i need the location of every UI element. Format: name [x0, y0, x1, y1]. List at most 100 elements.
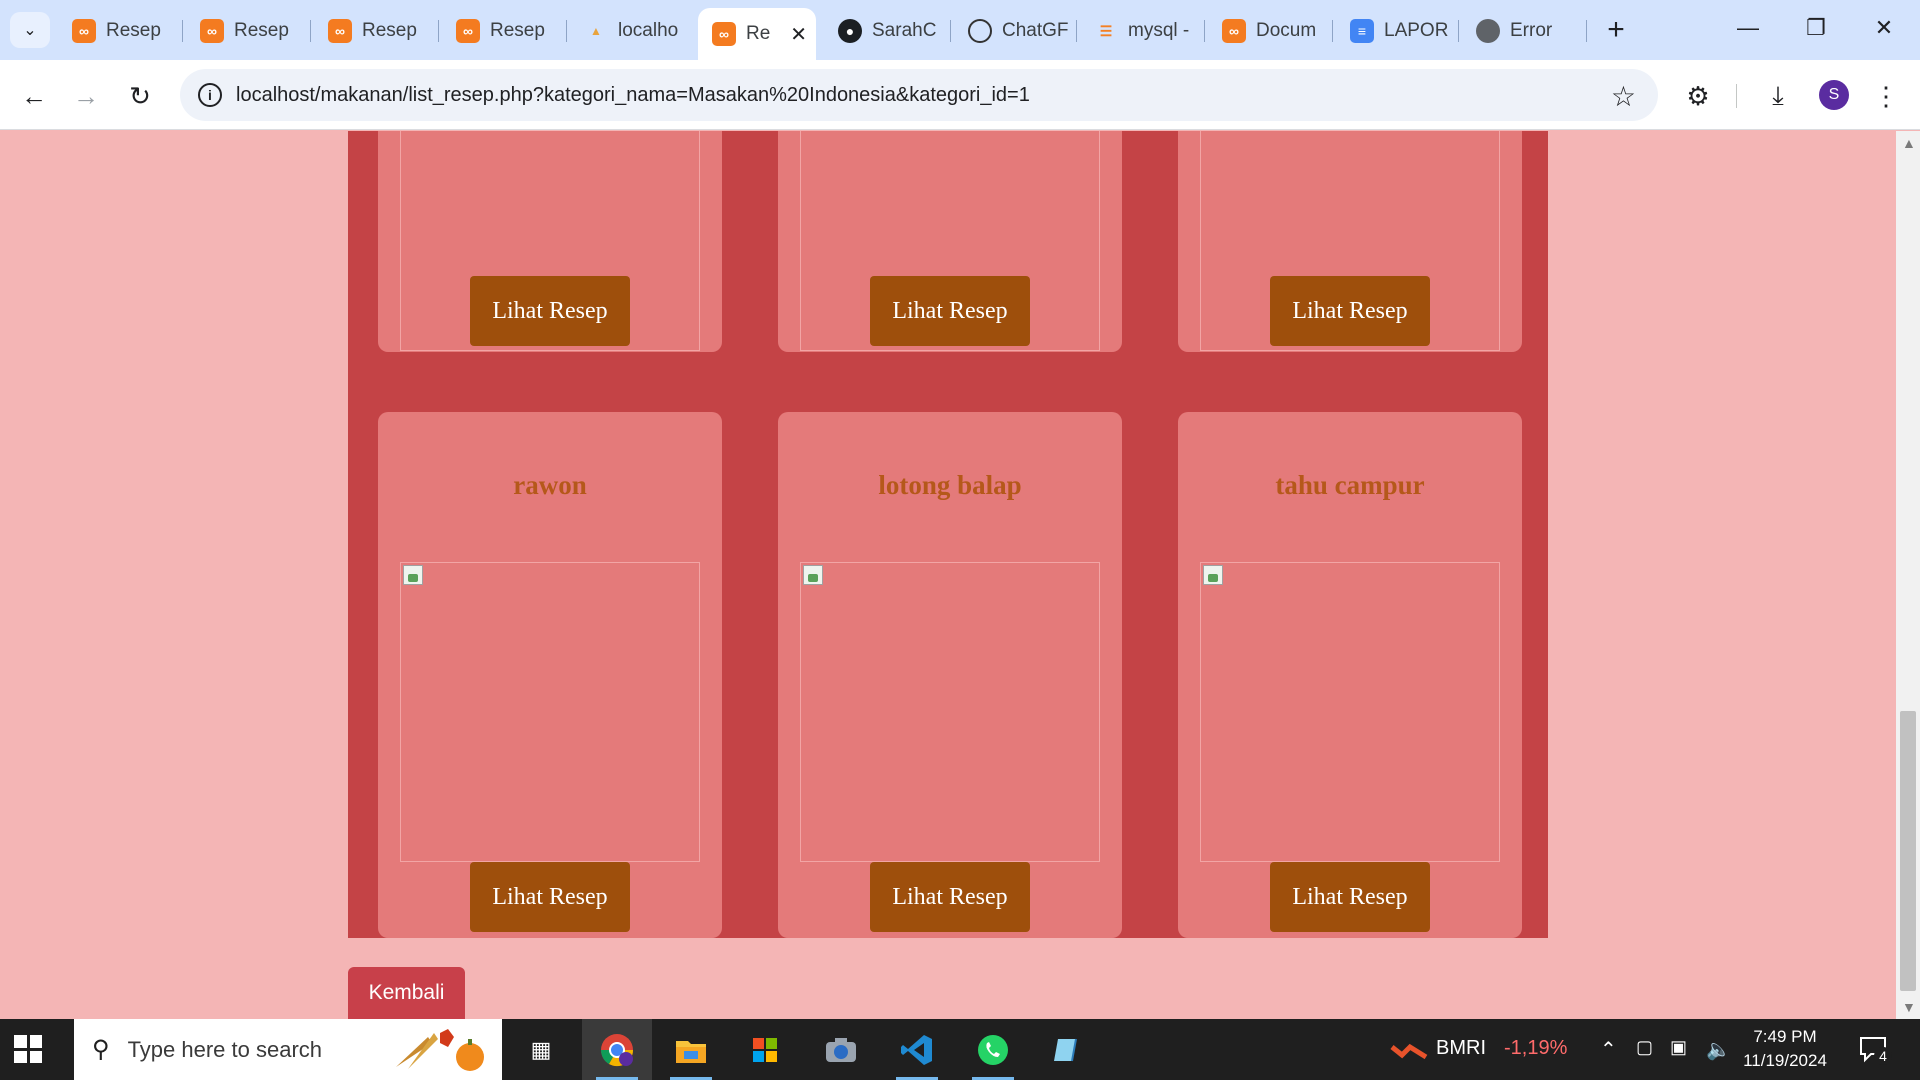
- menu-kebab-icon[interactable]: ⋮: [1866, 76, 1906, 116]
- task-view-icon: ▦: [530, 1036, 552, 1062]
- profile-avatar[interactable]: S: [1819, 80, 1849, 110]
- tab-error[interactable]: Error: [1462, 10, 1582, 52]
- notepad-icon: [1054, 1038, 1077, 1061]
- xampp-icon: ∞: [72, 19, 96, 43]
- microsoft-store-button[interactable]: [730, 1019, 800, 1080]
- lihat-resep-button[interactable]: Lihat Resep: [1270, 276, 1430, 346]
- scroll-down-icon[interactable]: ▼: [1902, 999, 1916, 1015]
- notification-center-button[interactable]: 4: [1858, 1035, 1892, 1065]
- chevron-up-icon[interactable]: ⌃: [1600, 1037, 1617, 1062]
- recipe-image: [1200, 562, 1500, 862]
- lihat-resep-button[interactable]: Lihat Resep: [870, 862, 1030, 932]
- recipe-title: tahu campur: [1275, 470, 1425, 500]
- tab-lapor[interactable]: ≡ LAPOR: [1336, 10, 1448, 52]
- recipe-card: Lihat Resep: [1178, 131, 1522, 352]
- arrow-right-icon: →: [73, 80, 99, 111]
- lihat-resep-button[interactable]: Lihat Resep: [870, 276, 1030, 346]
- forward-button[interactable]: →: [66, 76, 106, 116]
- broken-image-icon: [1203, 565, 1223, 585]
- stock-ticker[interactable]: BMRI: [1436, 1037, 1486, 1060]
- lihat-resep-button[interactable]: Lihat Resep: [470, 862, 630, 932]
- notes-app-button[interactable]: [1032, 1019, 1102, 1080]
- tab-github[interactable]: ● SarahC: [824, 10, 944, 52]
- recipe-image: [800, 562, 1100, 862]
- taskbar-clock[interactable]: 7:49 PM 11/19/2024: [1730, 1025, 1840, 1073]
- speaker-muted-icon[interactable]: 🔈: [1706, 1037, 1731, 1062]
- page-content: Lihat Resep Lihat Resep Lihat Resep rawo…: [0, 131, 1896, 1019]
- reload-icon: ↻: [129, 80, 151, 111]
- windows-start-icon[interactable]: [14, 1035, 42, 1063]
- stock-chart-icon: [1390, 1043, 1428, 1060]
- tab-resep-1[interactable]: ∞ Resep M: [58, 10, 166, 52]
- folder-icon: [676, 1040, 706, 1063]
- xampp-icon: ∞: [200, 19, 224, 43]
- lihat-resep-button[interactable]: Lihat Resep: [470, 276, 630, 346]
- tab-chatgpt[interactable]: ChatGF: [954, 10, 1070, 52]
- recipe-card-rawon: rawon Lihat Resep: [378, 412, 722, 938]
- recipe-grid: Lihat Resep Lihat Resep Lihat Resep rawo…: [348, 131, 1548, 938]
- extensions-icon[interactable]: ⚙: [1678, 76, 1718, 116]
- page-scrollbar[interactable]: ▲ ▼: [1896, 131, 1920, 1019]
- tab-localhost[interactable]: ▲ localho: [570, 10, 680, 52]
- github-icon: ●: [838, 19, 862, 43]
- whatsapp-button[interactable]: [958, 1019, 1028, 1080]
- network-icon[interactable]: ▣: [1670, 1037, 1687, 1058]
- tab-bar: ⌄ ∞ Resep M ∞ Resep M ∞ Resep M ∞ Resep …: [0, 0, 1920, 60]
- kembali-button[interactable]: Kembali: [348, 967, 465, 1019]
- tab-resep-4[interactable]: ∞ Resep M: [442, 10, 550, 52]
- close-window-button[interactable]: ✕: [1856, 8, 1912, 48]
- recipe-title: rawon: [513, 470, 587, 500]
- stock-change: -1,19%: [1504, 1037, 1568, 1059]
- recipe-card: Lihat Resep: [378, 131, 722, 352]
- minimize-icon: —: [1737, 15, 1759, 40]
- broken-image-icon: [403, 565, 423, 585]
- scrollbar-thumb[interactable]: [1900, 711, 1916, 991]
- site-info-icon[interactable]: i: [198, 83, 222, 107]
- file-explorer-button[interactable]: [656, 1019, 726, 1080]
- task-view-button[interactable]: ▦: [506, 1019, 576, 1080]
- url-text[interactable]: localhost/makanan/list_resep.php?kategor…: [236, 84, 1030, 107]
- autumn-leaves-icon: [396, 1029, 484, 1071]
- tab-search-button[interactable]: ⌄: [10, 12, 50, 48]
- xampp-icon: ∞: [712, 22, 736, 46]
- camera-button[interactable]: [806, 1019, 876, 1080]
- tab-docum[interactable]: ∞ Docum: [1208, 10, 1320, 52]
- vscode-icon: [901, 1034, 932, 1065]
- bookmark-star-icon[interactable]: ☆: [1611, 80, 1636, 113]
- recipe-card-lotong-balap: lotong balap Lihat Resep: [778, 412, 1122, 938]
- download-icon[interactable]: ⤓: [1758, 76, 1798, 116]
- tab-mysql[interactable]: ☰ mysql -: [1080, 10, 1190, 52]
- address-bar[interactable]: i localhost/makanan/list_resep.php?kateg…: [180, 69, 1658, 121]
- vscode-button[interactable]: [882, 1019, 952, 1080]
- close-tab-icon[interactable]: ✕: [790, 22, 807, 47]
- minimize-button[interactable]: —: [1720, 8, 1776, 48]
- clock-date: 11/19/2024: [1743, 1051, 1827, 1070]
- notification-count: 4: [1874, 1047, 1892, 1065]
- chevron-down-icon: ⌄: [23, 22, 37, 39]
- recipe-card-tahu-campur: tahu campur Lihat Resep: [1178, 412, 1522, 938]
- back-button[interactable]: ←: [14, 76, 54, 116]
- plus-icon: +: [1607, 13, 1625, 46]
- stackoverflow-icon: ☰: [1099, 22, 1113, 39]
- chrome-taskbar-button[interactable]: [582, 1019, 652, 1080]
- meet-now-icon[interactable]: ▢: [1636, 1037, 1653, 1058]
- lihat-resep-button[interactable]: Lihat Resep: [1270, 862, 1430, 932]
- tab-resep-2[interactable]: ∞ Resep M: [186, 10, 294, 52]
- restore-button[interactable]: ❐: [1788, 8, 1844, 48]
- globe-icon: [1476, 19, 1500, 43]
- recipe-title: lotong balap: [878, 470, 1022, 500]
- reload-button[interactable]: ↻: [120, 76, 160, 116]
- browser-toolbar: ← → ↻ i localhost/makanan/list_resep.php…: [0, 60, 1920, 130]
- new-tab-button[interactable]: +: [1598, 12, 1634, 48]
- scroll-up-icon[interactable]: ▲: [1902, 135, 1916, 151]
- whatsapp-icon: [978, 1034, 1008, 1065]
- search-icon: ⚲: [92, 1036, 110, 1063]
- tab-active[interactable]: ∞ Re ✕: [698, 8, 816, 60]
- tab-resep-3[interactable]: ∞ Resep M: [314, 10, 422, 52]
- chatgpt-icon: [968, 19, 992, 43]
- taskbar-search[interactable]: ⚲ Type here to search: [74, 1019, 502, 1080]
- xampp-icon: ∞: [328, 19, 352, 43]
- recipe-image: [400, 562, 700, 862]
- windows-taskbar: ⚲ Type here to search ▦ BMRI -1,19% ⌃ ▢ …: [0, 1019, 1920, 1080]
- broken-image-icon: [803, 565, 823, 585]
